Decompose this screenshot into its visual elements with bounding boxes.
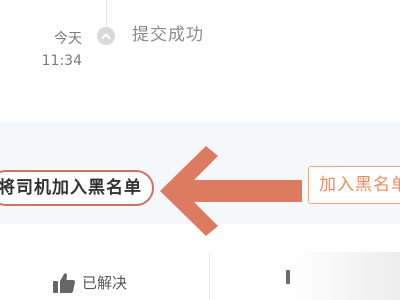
timeline-status: 提交成功 [132,25,204,45]
add-to-blacklist-button[interactable]: 加入黑名单 [308,166,400,204]
thumbs-up-icon [53,273,75,293]
page: 今天 11:34 提交成功 将司机加入黑名单 加入黑名单 已解决 [0,0,400,300]
right-panel [290,252,400,300]
solved-button[interactable]: 已解决 [52,270,127,296]
partial-icon [286,270,290,284]
action-divider [209,252,210,300]
blacklist-driver-button[interactable]: 将司机加入黑名单 [0,170,154,206]
timeline-line [106,0,107,26]
timeline-date: 今天 [54,31,82,47]
solved-label: 已解决 [82,274,128,292]
chevron-up-icon [97,27,115,45]
timeline-time: 11:34 [41,53,82,69]
left-arrow-icon [160,146,302,236]
